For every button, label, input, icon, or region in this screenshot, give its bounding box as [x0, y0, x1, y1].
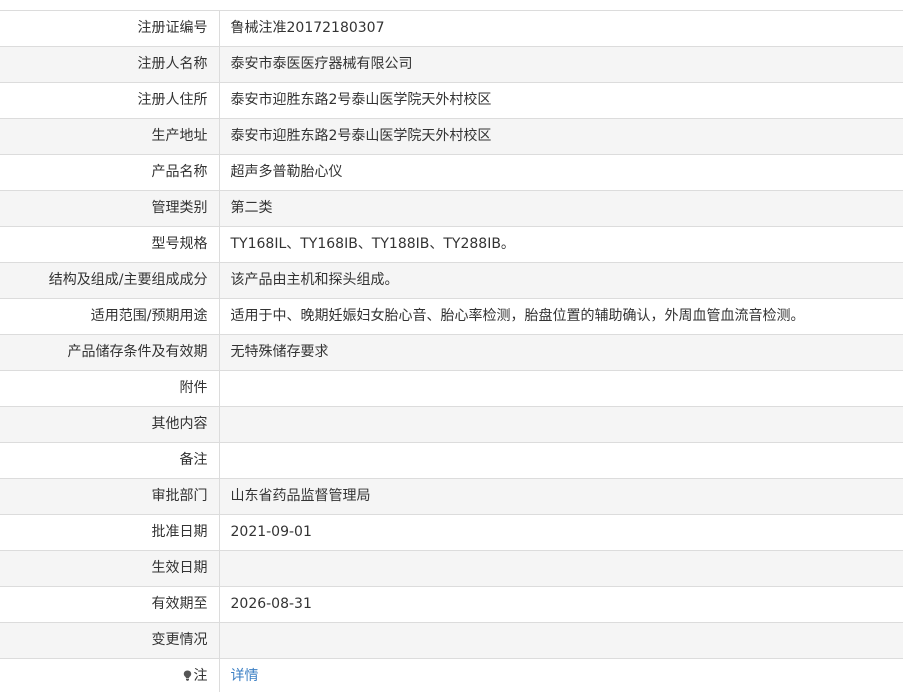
table-row: 产品储存条件及有效期 无特殊储存要求 — [0, 334, 903, 371]
field-label-approval-department: 审批部门 — [0, 478, 220, 515]
field-label-attachments: 附件 — [0, 370, 220, 407]
table-row: 有效期至 2026-08-31 — [0, 586, 903, 623]
field-value-production-address: 泰安市迎胜东路2号泰山医学院天外村校区 — [219, 118, 903, 155]
field-value-valid-until: 2026-08-31 — [219, 586, 903, 623]
table-row: 型号规格 TY168IL、TY168IB、TY188IB、TY288IB。 — [0, 226, 903, 263]
registration-detail-table: 注册证编号 鲁械注准20172180307 注册人名称 泰安市泰医医疗器械有限公… — [0, 10, 903, 692]
field-label-other-content: 其他内容 — [0, 406, 220, 443]
field-value-change-history — [219, 622, 903, 659]
field-label-product-name: 产品名称 — [0, 154, 220, 191]
field-label-structure-composition: 结构及组成/主要组成成分 — [0, 262, 220, 299]
table-row: 注册人名称 泰安市泰医医疗器械有限公司 — [0, 46, 903, 83]
table-row: 管理类别 第二类 — [0, 190, 903, 227]
field-value-registration-number: 鲁械注准20172180307 — [219, 10, 903, 47]
details-link[interactable]: 详情 — [231, 668, 259, 684]
table-row: 注册人住所 泰安市迎胜东路2号泰山医学院天外村校区 — [0, 82, 903, 119]
field-value-attachments — [219, 370, 903, 407]
table-row: 审批部门 山东省药品监督管理局 — [0, 478, 903, 515]
field-value-remarks — [219, 442, 903, 479]
field-value-structure-composition: 该产品由主机和探头组成。 — [219, 262, 903, 299]
field-value-product-name: 超声多普勒胎心仪 — [219, 154, 903, 191]
field-value-model-spec: TY168IL、TY168IB、TY188IB、TY288IB。 — [219, 226, 903, 263]
field-label-registrant-name: 注册人名称 — [0, 46, 220, 83]
field-value-approval-date: 2021-09-01 — [219, 514, 903, 551]
table-row: 其他内容 — [0, 406, 903, 443]
detail-table-body: 注册证编号 鲁械注准20172180307 注册人名称 泰安市泰医医疗器械有限公… — [0, 10, 903, 692]
table-row: 适用范围/预期用途 适用于中、晚期妊娠妇女胎心音、胎心率检测，胎盘位置的辅助确认… — [0, 298, 903, 335]
table-row: 变更情况 — [0, 622, 903, 659]
table-row: 产品名称 超声多普勒胎心仪 — [0, 154, 903, 191]
table-row: 附件 — [0, 370, 903, 407]
field-label-management-class: 管理类别 — [0, 190, 220, 227]
field-value-registrant-name: 泰安市泰医医疗器械有限公司 — [219, 46, 903, 83]
table-row: 注册证编号 鲁械注准20172180307 — [0, 10, 903, 47]
note-label: 注 — [193, 668, 208, 684]
field-label-valid-until: 有效期至 — [0, 586, 220, 623]
table-row: 结构及组成/主要组成成分 该产品由主机和探头组成。 — [0, 262, 903, 299]
field-label-storage-validity: 产品储存条件及有效期 — [0, 334, 220, 371]
table-row: 注 详情 — [0, 658, 903, 692]
field-label-model-spec: 型号规格 — [0, 226, 220, 263]
field-value-approval-department: 山东省药品监督管理局 — [219, 478, 903, 515]
field-label-registrant-address: 注册人住所 — [0, 82, 220, 119]
field-label-note: 注 — [0, 658, 220, 692]
field-label-effective-date: 生效日期 — [0, 550, 220, 587]
table-row: 备注 — [0, 442, 903, 479]
field-value-intended-use: 适用于中、晚期妊娠妇女胎心音、胎心率检测，胎盘位置的辅助确认，外周血管血流音检测… — [219, 298, 903, 335]
field-value-management-class: 第二类 — [219, 190, 903, 227]
table-row: 生效日期 — [0, 550, 903, 587]
field-value-storage-validity: 无特殊储存要求 — [219, 334, 903, 371]
field-label-remarks: 备注 — [0, 442, 220, 479]
field-label-intended-use: 适用范围/预期用途 — [0, 298, 220, 335]
field-value-effective-date — [219, 550, 903, 587]
bulb-icon — [183, 670, 191, 681]
table-row: 生产地址 泰安市迎胜东路2号泰山医学院天外村校区 — [0, 118, 903, 155]
field-value-other-content — [219, 406, 903, 443]
registration-detail-page: 注册证编号 鲁械注准20172180307 注册人名称 泰安市泰医医疗器械有限公… — [0, 0, 903, 692]
field-label-production-address: 生产地址 — [0, 118, 220, 155]
table-row: 批准日期 2021-09-01 — [0, 514, 903, 551]
field-label-registration-number: 注册证编号 — [0, 10, 220, 47]
field-value-note: 详情 — [219, 658, 903, 692]
field-label-change-history: 变更情况 — [0, 622, 220, 659]
field-label-approval-date: 批准日期 — [0, 514, 220, 551]
field-value-registrant-address: 泰安市迎胜东路2号泰山医学院天外村校区 — [219, 82, 903, 119]
